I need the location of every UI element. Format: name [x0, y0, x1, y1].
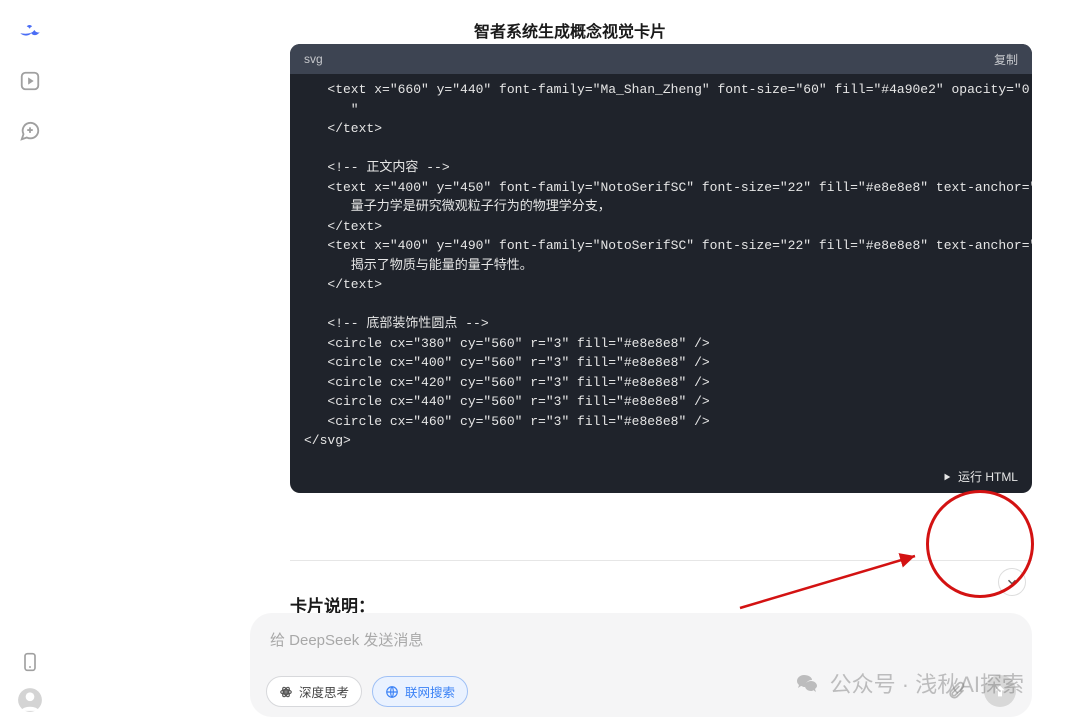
divider — [290, 560, 1032, 561]
atom-icon — [279, 685, 293, 699]
arrow-up-icon — [992, 683, 1008, 699]
code-language-label: svg — [304, 52, 323, 66]
logo-whale-icon[interactable] — [17, 18, 43, 44]
attachment-button[interactable] — [940, 675, 972, 707]
avatar-icon[interactable] — [17, 687, 43, 713]
play-square-icon[interactable] — [17, 68, 43, 94]
chevron-down-icon — [1005, 575, 1019, 589]
new-chat-icon[interactable] — [17, 118, 43, 144]
message-input-placeholder: 给 DeepSeek 发送消息 — [268, 625, 1014, 654]
code-block: svg 复制 <text x="660" y="440" font-family… — [290, 44, 1032, 493]
collapse-button[interactable] — [998, 568, 1026, 596]
code-content[interactable]: <text x="660" y="440" font-family="Ma_Sh… — [290, 74, 1032, 461]
globe-icon — [385, 685, 399, 699]
copy-button[interactable]: 复制 — [994, 51, 1018, 68]
deep-think-chip[interactable]: 深度思考 — [266, 676, 362, 707]
send-button[interactable] — [984, 675, 1016, 707]
paperclip-icon — [946, 681, 966, 701]
run-html-button[interactable]: 运行 HTML — [290, 461, 1032, 493]
message-input-area[interactable]: 给 DeepSeek 发送消息 深度思考 联网搜索 — [250, 613, 1032, 717]
play-icon — [942, 472, 952, 482]
net-search-chip[interactable]: 联网搜索 — [372, 676, 468, 707]
mobile-icon[interactable] — [17, 649, 43, 675]
